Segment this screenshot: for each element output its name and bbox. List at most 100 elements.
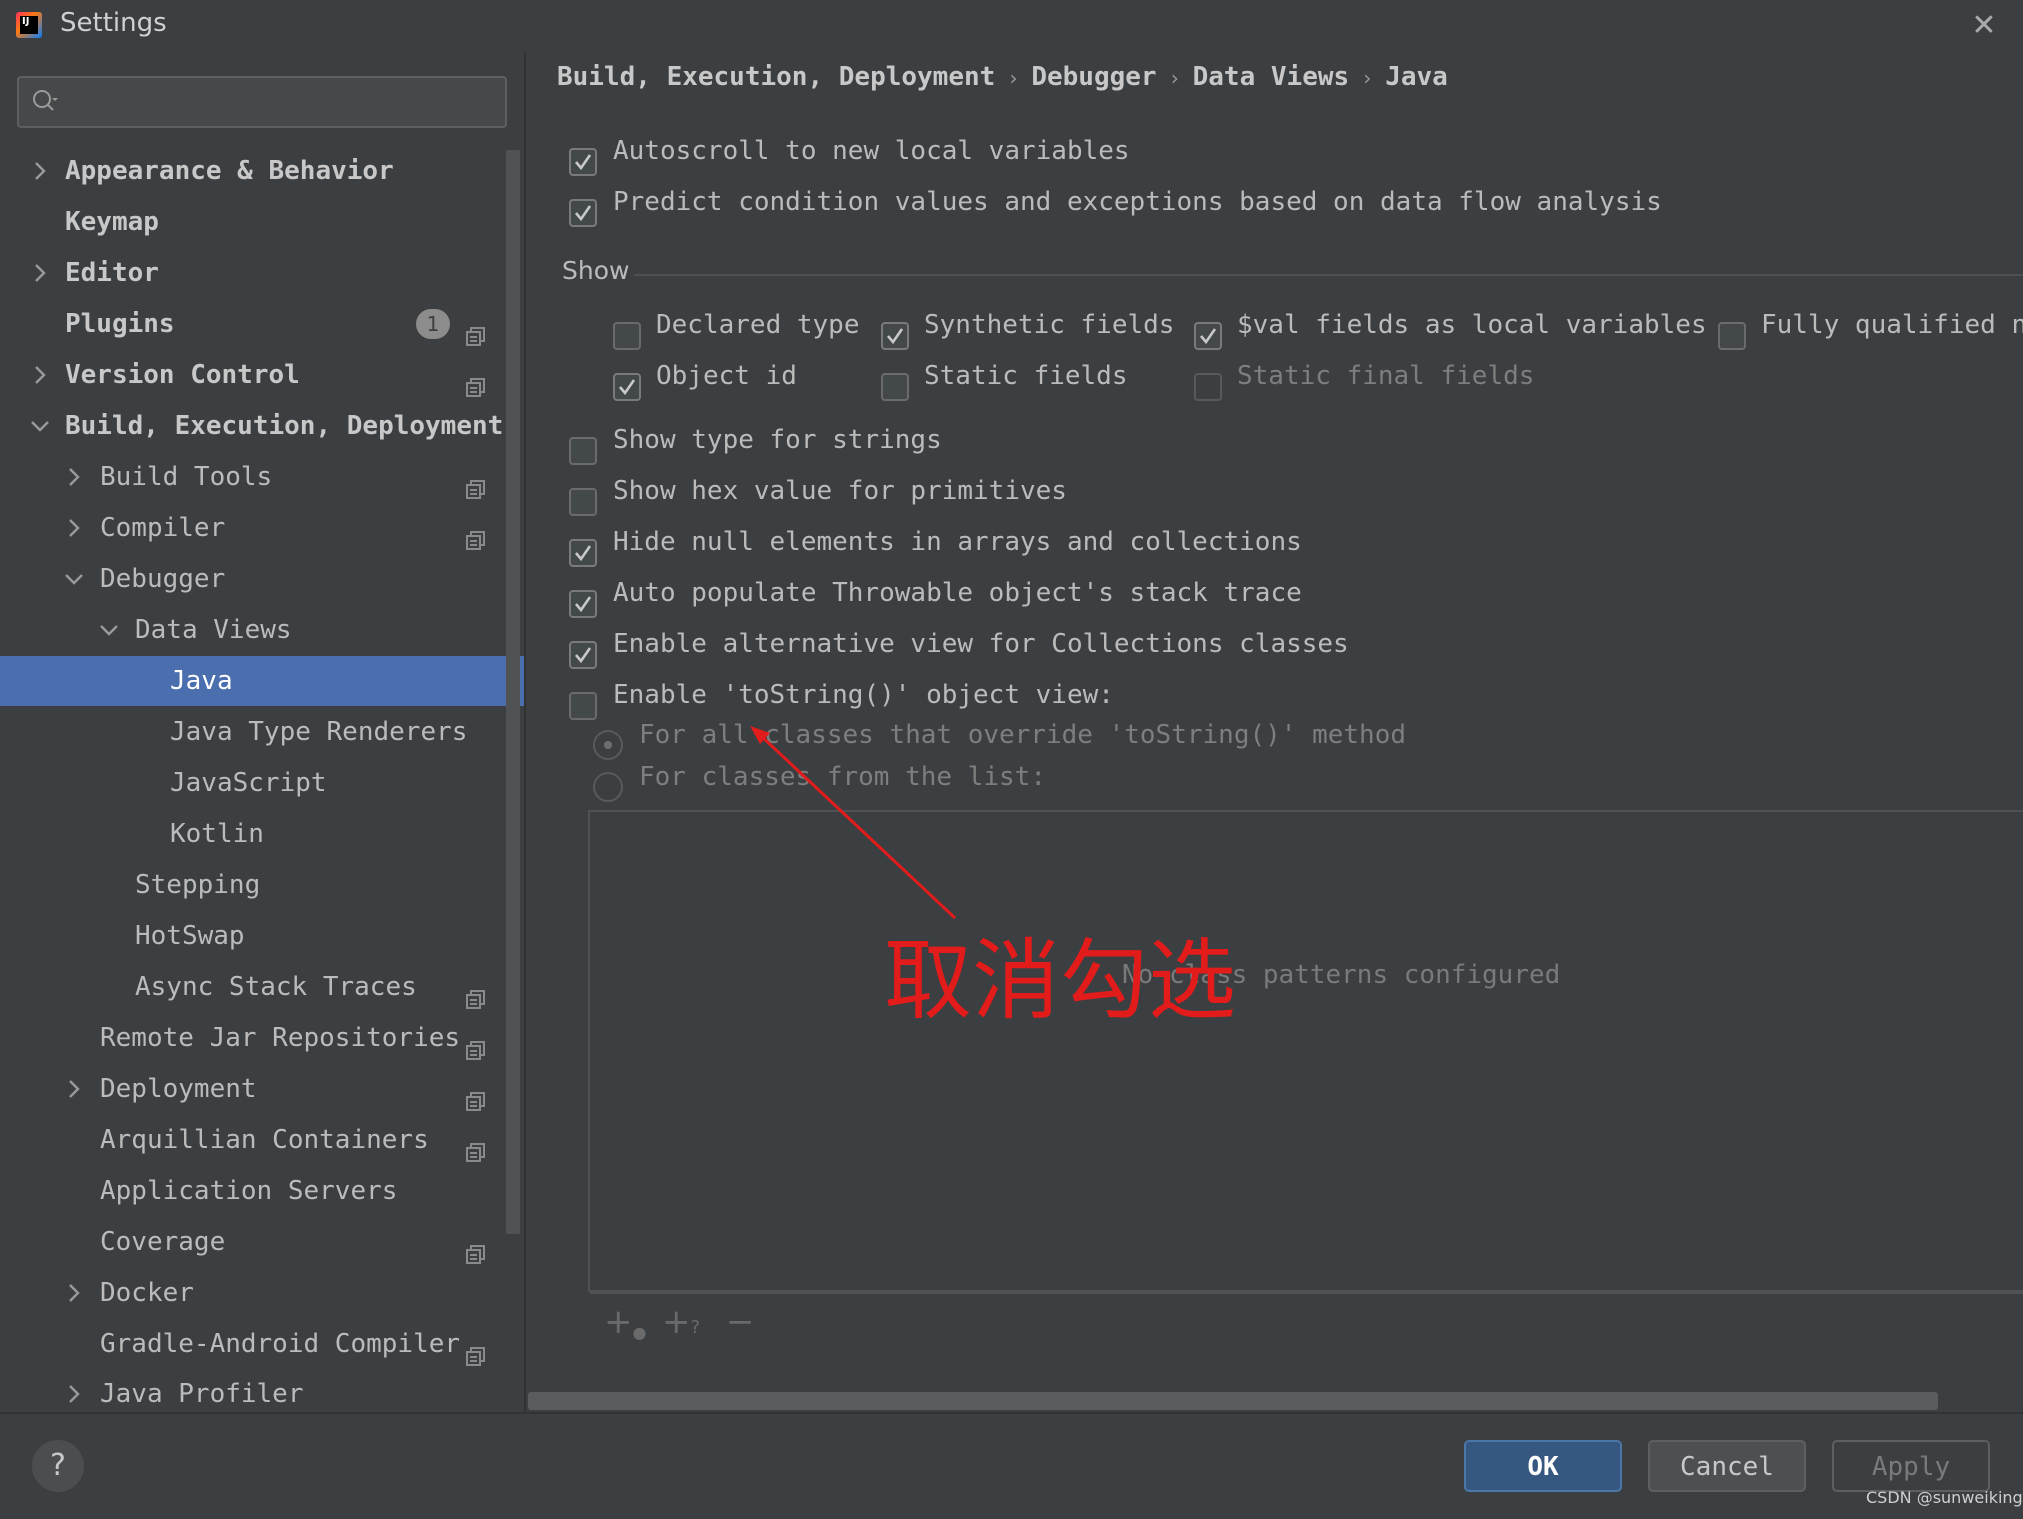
chevron-right-icon[interactable] xyxy=(28,146,52,196)
synthetic-fields-checkbox[interactable] xyxy=(881,322,909,350)
breadcrumb-item[interactable]: Data Views xyxy=(1193,62,1350,92)
chevron-right-icon[interactable] xyxy=(62,452,86,502)
sidebar-item-label: Version Control xyxy=(65,360,300,390)
watermark: CSDN @sunweiking xyxy=(1866,1488,2023,1507)
sidebar-item-plugins[interactable]: Plugins 1 xyxy=(0,299,520,349)
add-class-button[interactable]: +● xyxy=(604,1302,646,1342)
title-bar: IJ Settings ✕ xyxy=(0,0,2023,50)
project-level-icon xyxy=(466,1028,486,1060)
chevron-right-icon[interactable] xyxy=(28,350,52,400)
auto-populate-throwable-object-s-stack-trace-label[interactable]: Auto populate Throwable object's stack t… xyxy=(613,578,1302,608)
class-pattern-list[interactable] xyxy=(588,810,2023,1292)
predict-condition-values-and-exceptions-based-on-data-flow-analysis-label[interactable]: Predict condition values and exceptions … xyxy=(613,187,1662,217)
chevron-down-icon[interactable] xyxy=(97,605,121,655)
sidebar-item-editor[interactable]: Editor xyxy=(0,248,520,298)
sidebar-item-application-servers[interactable]: Application Servers xyxy=(0,1166,520,1216)
hide-null-elements-in-arrays-and-collections-checkbox[interactable] xyxy=(569,539,597,567)
tostring-radio-label: For all classes that override 'toString(… xyxy=(639,720,1407,750)
sidebar-item-stepping[interactable]: Stepping xyxy=(0,860,520,910)
ok-button[interactable]: OK xyxy=(1464,1440,1622,1492)
sidebar-item-build-execution-deployment[interactable]: Build, Execution, Deployment xyxy=(0,401,520,451)
enable-alternative-view-for-collections-classes-label[interactable]: Enable alternative view for Collections … xyxy=(613,629,1349,659)
sidebar-item-coverage[interactable]: Coverage xyxy=(0,1217,520,1267)
show-hex-value-for-primitives-checkbox[interactable] xyxy=(569,488,597,516)
chevron-right-icon[interactable] xyxy=(28,248,52,298)
declared-type-label[interactable]: Declared type xyxy=(656,310,860,340)
fully-qualified-na-checkbox[interactable] xyxy=(1718,322,1746,350)
intellij-logo-icon: IJ xyxy=(16,12,42,38)
enable-tostring-object-view-checkbox[interactable] xyxy=(569,692,597,720)
sidebar-item-java-type-renderers[interactable]: Java Type Renderers xyxy=(0,707,520,757)
enable-tostring-object-view-label[interactable]: Enable 'toString()' object view: xyxy=(613,680,1114,710)
show-hex-value-for-primitives-label[interactable]: Show hex value for primitives xyxy=(613,476,1067,506)
search-input[interactable] xyxy=(79,82,493,124)
sidebar-item-appearance-behavior[interactable]: Appearance & Behavior xyxy=(0,146,520,196)
breadcrumb: Build, Execution, Deployment › Debugger › Da… xyxy=(557,62,1448,92)
tostring-radio-from-list xyxy=(593,772,623,802)
sidebar-item-kotlin[interactable]: Kotlin xyxy=(0,809,520,859)
show-group-title: Show xyxy=(562,256,630,285)
static-final-fields-checkbox xyxy=(1194,373,1222,401)
val-fields-as-local-variables-checkbox[interactable] xyxy=(1194,322,1222,350)
chevron-right-icon[interactable] xyxy=(62,1064,86,1114)
breadcrumb-item[interactable]: Debugger xyxy=(1031,62,1156,92)
object-id-label[interactable]: Object id xyxy=(656,361,797,391)
sidebar-item-label: Plugins xyxy=(65,309,175,339)
autoscroll-to-new-local-variables-checkbox[interactable] xyxy=(569,148,597,176)
predict-condition-values-and-exceptions-based-on-data-flow-analysis-checkbox[interactable] xyxy=(569,199,597,227)
sidebar-item-label: Remote Jar Repositories xyxy=(100,1023,461,1053)
breadcrumb-item[interactable]: Build, Execution, Deployment xyxy=(557,62,995,92)
chevron-down-icon[interactable] xyxy=(28,401,52,451)
sidebar-item-keymap[interactable]: Keymap xyxy=(0,197,520,247)
chevron-right-icon: › xyxy=(1168,66,1181,90)
sidebar-item-data-views[interactable]: Data Views xyxy=(0,605,520,655)
object-id-checkbox[interactable] xyxy=(613,373,641,401)
horizontal-scrollbar[interactable] xyxy=(528,1392,1938,1410)
static-fields-checkbox[interactable] xyxy=(881,373,909,401)
project-level-icon xyxy=(466,467,486,499)
show-type-for-strings-checkbox[interactable] xyxy=(569,437,597,465)
hide-null-elements-in-arrays-and-collections-label[interactable]: Hide null elements in arrays and collect… xyxy=(613,527,1302,557)
sidebar-item-remote-jar-repositories[interactable]: Remote Jar Repositories xyxy=(0,1013,520,1063)
static-final-fields-label[interactable]: Static final fields xyxy=(1237,361,1534,391)
declared-type-checkbox[interactable] xyxy=(613,322,641,350)
sidebar-item-docker[interactable]: Docker xyxy=(0,1268,520,1318)
chevron-right-icon[interactable] xyxy=(62,1268,86,1318)
autoscroll-to-new-local-variables-label[interactable]: Autoscroll to new local variables xyxy=(613,136,1130,166)
val-fields-as-local-variables-label[interactable]: $val fields as local variables xyxy=(1237,310,1707,340)
sidebar-item-debugger[interactable]: Debugger xyxy=(0,554,520,604)
sidebar-item-javascript[interactable]: JavaScript xyxy=(0,758,520,808)
sidebar-item-build-tools[interactable]: Build Tools xyxy=(0,452,520,502)
sidebar-item-async-stack-traces[interactable]: Async Stack Traces xyxy=(0,962,520,1012)
auto-populate-throwable-object-s-stack-trace-checkbox[interactable] xyxy=(569,590,597,618)
cancel-button[interactable]: Cancel xyxy=(1648,1440,1806,1492)
sidebar-item-hotswap[interactable]: HotSwap xyxy=(0,911,520,961)
add-pattern-button[interactable]: +? xyxy=(662,1302,700,1342)
sidebar-scrollbar[interactable] xyxy=(506,150,520,1234)
annotation-text: 取消勾选 xyxy=(884,929,1237,1032)
static-fields-label[interactable]: Static fields xyxy=(924,361,1128,391)
sidebar-item-java[interactable]: Java xyxy=(0,656,524,706)
close-icon[interactable]: ✕ xyxy=(1966,8,2002,44)
sidebar-item-deployment[interactable]: Deployment xyxy=(0,1064,520,1114)
fully-qualified-na-label[interactable]: Fully qualified na xyxy=(1761,310,2023,340)
synthetic-fields-label[interactable]: Synthetic fields xyxy=(924,310,1174,340)
sidebar-item-label: Keymap xyxy=(65,207,159,237)
remove-button[interactable]: − xyxy=(726,1302,755,1342)
sidebar-item-arquillian-containers[interactable]: Arquillian Containers xyxy=(0,1115,520,1165)
sidebar-item-label: Data Views xyxy=(135,615,292,645)
sidebar-item-label: Deployment xyxy=(100,1074,257,1104)
apply-button[interactable]: Apply xyxy=(1832,1440,1990,1492)
sidebar-item-gradle-android-compiler[interactable]: Gradle-Android Compiler xyxy=(0,1319,520,1369)
chevron-down-icon[interactable] xyxy=(62,554,86,604)
sidebar-item-version-control[interactable]: Version Control xyxy=(0,350,520,400)
help-button[interactable]: ? xyxy=(32,1440,84,1492)
project-level-icon xyxy=(466,314,486,346)
settings-search-box[interactable] xyxy=(17,76,507,128)
chevron-right-icon[interactable] xyxy=(62,503,86,553)
show-type-for-strings-label[interactable]: Show type for strings xyxy=(613,425,942,455)
sidebar-item-compiler[interactable]: Compiler xyxy=(0,503,520,553)
pattern-subscript: ? xyxy=(690,1317,701,1338)
project-level-icon xyxy=(466,365,486,397)
enable-alternative-view-for-collections-classes-checkbox[interactable] xyxy=(569,641,597,669)
